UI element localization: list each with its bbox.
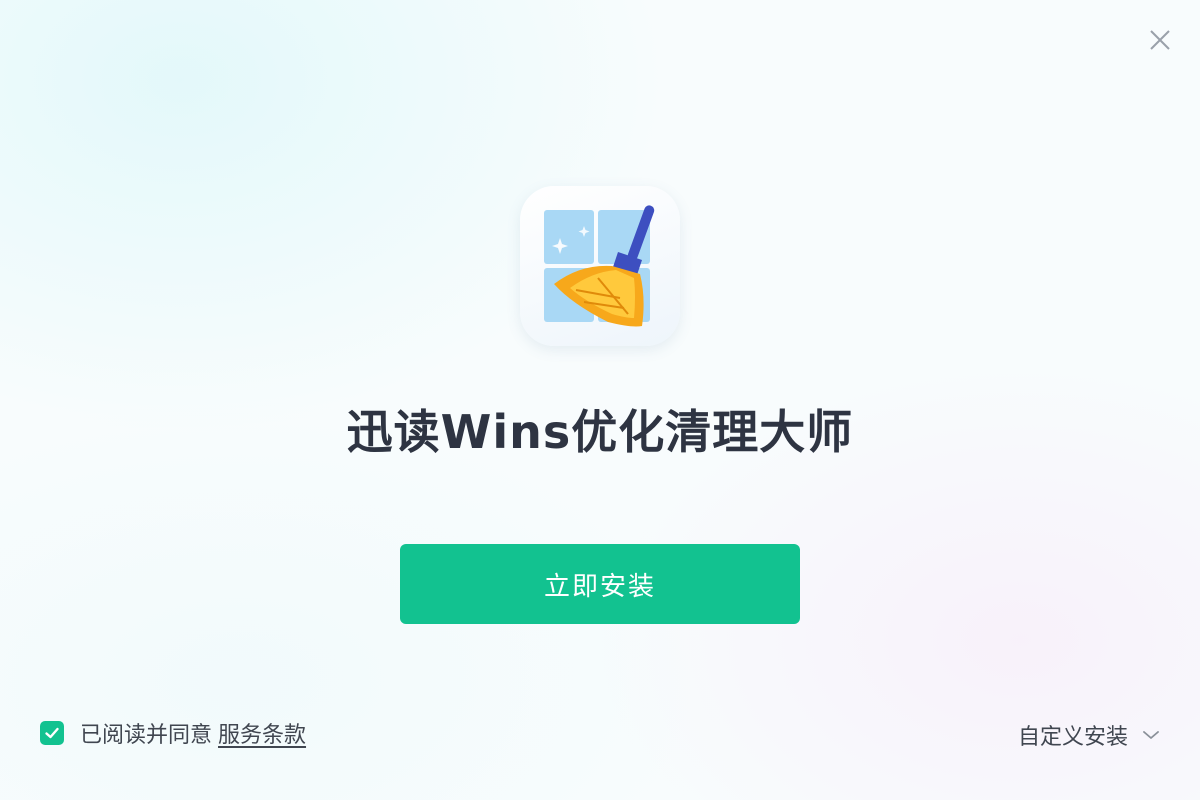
close-icon (1150, 30, 1170, 50)
install-now-button[interactable]: 立即安装 (400, 544, 800, 624)
custom-install-label: 自定义安装 (1017, 725, 1128, 750)
custom-install-button[interactable]: 自定义安装 (1018, 720, 1160, 750)
chevron-down-icon (1142, 729, 1160, 741)
close-button[interactable] (1146, 26, 1174, 54)
agree-checkbox[interactable] (40, 721, 64, 745)
broom-window-icon (544, 205, 655, 327)
checkmark-icon (45, 727, 59, 739)
app-title: 迅读Wins优化清理大师 (346, 405, 854, 459)
agreement-row: 已阅读并同意 服务条款 (40, 717, 306, 749)
terms-of-service-link[interactable]: 服务条款 (218, 717, 306, 749)
app-logo (520, 186, 680, 346)
agreement-text: 已阅读并同意 (80, 723, 213, 748)
